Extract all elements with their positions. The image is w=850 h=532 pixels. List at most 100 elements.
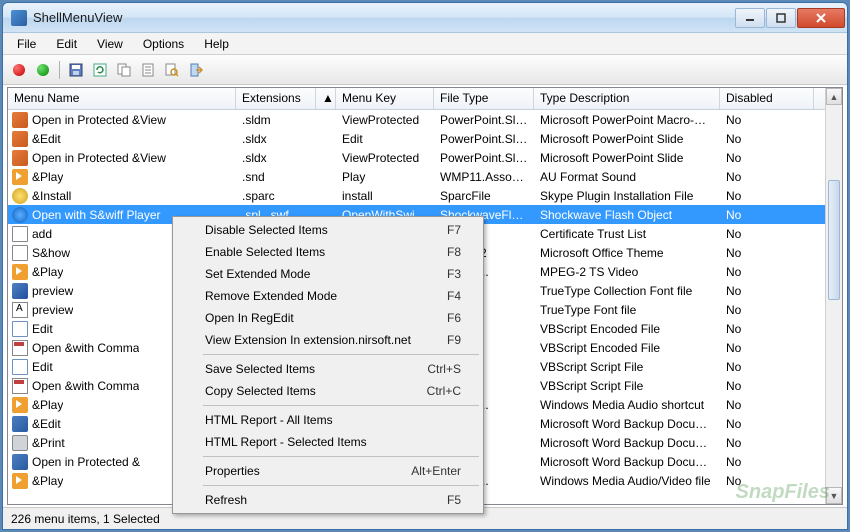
context-menu-item[interactable]: Open In RegEditF6 xyxy=(175,307,481,329)
close-button[interactable] xyxy=(797,8,845,28)
col-extensions[interactable]: Extensions xyxy=(236,88,316,109)
table-row[interactable]: Open in Protected &View .sldm ViewProtecte… xyxy=(8,110,842,129)
menu-item-shortcut: Alt+Enter xyxy=(411,464,461,478)
properties-button[interactable] xyxy=(138,60,158,80)
cell-disabled: No xyxy=(720,150,814,166)
table-row[interactable]: &Play.sndPlayWMP11.AssocFil...AU Format … xyxy=(8,167,842,186)
minimize-button[interactable] xyxy=(735,8,765,28)
cell-menu-key: ViewProtected xyxy=(336,112,434,128)
table-row[interactable]: &Edit.sldxEditPowerPoint.Sli...Microsoft… xyxy=(8,129,842,148)
context-menu-item[interactable]: PropertiesAlt+Enter xyxy=(175,460,481,482)
menu-item-label: Save Selected Items xyxy=(205,362,427,376)
cell-type-desc: AU Format Sound xyxy=(534,169,720,185)
find-icon xyxy=(164,62,180,78)
col-disabled[interactable]: Disabled xyxy=(720,88,814,109)
maximize-icon xyxy=(776,13,786,23)
menu-item-label: Properties xyxy=(205,464,411,478)
cell-menu-name: &Install xyxy=(32,189,71,203)
context-menu-item[interactable]: RefreshF5 xyxy=(175,489,481,511)
cell-extensions: .sldx xyxy=(236,150,316,166)
context-menu-item[interactable]: Copy Selected ItemsCtrl+C xyxy=(175,380,481,402)
cell-menu-name: &Edit xyxy=(32,132,61,146)
row-icon xyxy=(12,112,28,128)
cell-type-desc: Microsoft Word Backup Docum... xyxy=(534,454,720,470)
menu-item-shortcut: F7 xyxy=(447,223,461,237)
col-file-type[interactable]: File Type xyxy=(434,88,534,109)
row-icon xyxy=(12,302,28,318)
cell-menu-key: Edit xyxy=(336,131,434,147)
copy-icon xyxy=(116,62,132,78)
cell-extensions: .sldm xyxy=(236,112,316,128)
cell-file-type: PowerPoint.Sli... xyxy=(434,150,534,166)
menu-item-label: Open In RegEdit xyxy=(205,311,447,325)
scroll-thumb[interactable] xyxy=(828,180,840,300)
disable-button[interactable] xyxy=(9,60,29,80)
cell-disabled: No xyxy=(720,283,814,299)
cell-menu-name: preview xyxy=(32,284,73,298)
menu-edit[interactable]: Edit xyxy=(46,35,87,53)
window-title: ShellMenuView xyxy=(33,10,735,25)
context-menu-item[interactable]: HTML Report - Selected Items xyxy=(175,431,481,453)
cell-disabled: No xyxy=(720,359,814,375)
cell-menu-name: &Play xyxy=(32,170,63,184)
minimize-icon xyxy=(745,13,755,23)
row-icon xyxy=(12,340,28,356)
cell-menu-name: Open &with Comma xyxy=(32,341,139,355)
row-icon xyxy=(12,245,28,261)
cell-menu-name: &Edit xyxy=(32,417,61,431)
cell-menu-name: Open with S&wiff Player xyxy=(32,208,161,222)
save-button[interactable] xyxy=(66,60,86,80)
menu-help[interactable]: Help xyxy=(194,35,239,53)
exit-button[interactable] xyxy=(186,60,206,80)
context-menu-item[interactable]: Set Extended ModeF3 xyxy=(175,263,481,285)
context-menu-item[interactable]: Remove Extended ModeF4 xyxy=(175,285,481,307)
refresh-button[interactable] xyxy=(90,60,110,80)
cell-menu-name: Open in Protected & xyxy=(32,455,140,469)
cell-disabled: No xyxy=(720,245,814,261)
row-icon xyxy=(12,397,28,413)
cell-menu-name: Open &with Comma xyxy=(32,379,139,393)
col-type-desc[interactable]: Type Description xyxy=(534,88,720,109)
title-bar[interactable]: ShellMenuView xyxy=(3,3,847,33)
cell-type-desc: VBScript Encoded File xyxy=(534,321,720,337)
cell-menu-name: &Play xyxy=(32,265,63,279)
menu-item-shortcut: Ctrl+C xyxy=(427,384,461,398)
find-button[interactable] xyxy=(162,60,182,80)
scroll-up-button[interactable]: ▲ xyxy=(826,88,842,105)
row-icon xyxy=(12,226,28,242)
menu-options[interactable]: Options xyxy=(133,35,194,53)
context-menu-item[interactable]: HTML Report - All Items xyxy=(175,409,481,431)
context-menu-item[interactable]: View Extension In extension.nirsoft.netF… xyxy=(175,329,481,351)
cell-menu-name: Open in Protected &View xyxy=(32,113,166,127)
enable-button[interactable] xyxy=(33,60,53,80)
scroll-down-button[interactable]: ▼ xyxy=(826,487,842,504)
cell-disabled: No xyxy=(720,188,814,204)
table-row[interactable]: Open in Protected &View.sldxViewProtecte… xyxy=(8,148,842,167)
cell-file-type: PowerPoint.Sli... xyxy=(434,131,534,147)
vertical-scrollbar[interactable]: ▲ ▼ xyxy=(825,88,842,504)
cell-disabled: No xyxy=(720,340,814,356)
context-menu-item[interactable]: Save Selected ItemsCtrl+S xyxy=(175,358,481,380)
row-icon xyxy=(12,416,28,432)
maximize-button[interactable] xyxy=(766,8,796,28)
context-menu-item[interactable]: Enable Selected ItemsF8 xyxy=(175,241,481,263)
toolbar-separator xyxy=(59,61,60,79)
cell-extensions: .sparc xyxy=(236,188,316,204)
cell-menu-key: install xyxy=(336,188,434,204)
row-icon xyxy=(12,435,28,451)
menu-separator xyxy=(203,354,479,355)
menu-view[interactable]: View xyxy=(87,35,133,53)
cell-menu-name: preview xyxy=(32,303,73,317)
col-menu-key[interactable]: Menu Key xyxy=(336,88,434,109)
close-icon xyxy=(815,12,827,24)
context-menu-item[interactable]: Disable Selected ItemsF7 xyxy=(175,219,481,241)
cell-disabled: No xyxy=(720,454,814,470)
col-sort-indicator[interactable]: ▲ xyxy=(316,88,336,109)
copy-button[interactable] xyxy=(114,60,134,80)
col-menu-name[interactable]: Menu Name xyxy=(8,88,236,109)
menu-item-shortcut: F5 xyxy=(447,493,461,507)
menu-bar: File Edit View Options Help xyxy=(3,33,847,55)
menu-file[interactable]: File xyxy=(7,35,46,53)
cell-file-type: PowerPoint.Sli... xyxy=(434,112,534,128)
table-row[interactable]: &Install.sparcinstallSparcFileSkype Plug… xyxy=(8,186,842,205)
